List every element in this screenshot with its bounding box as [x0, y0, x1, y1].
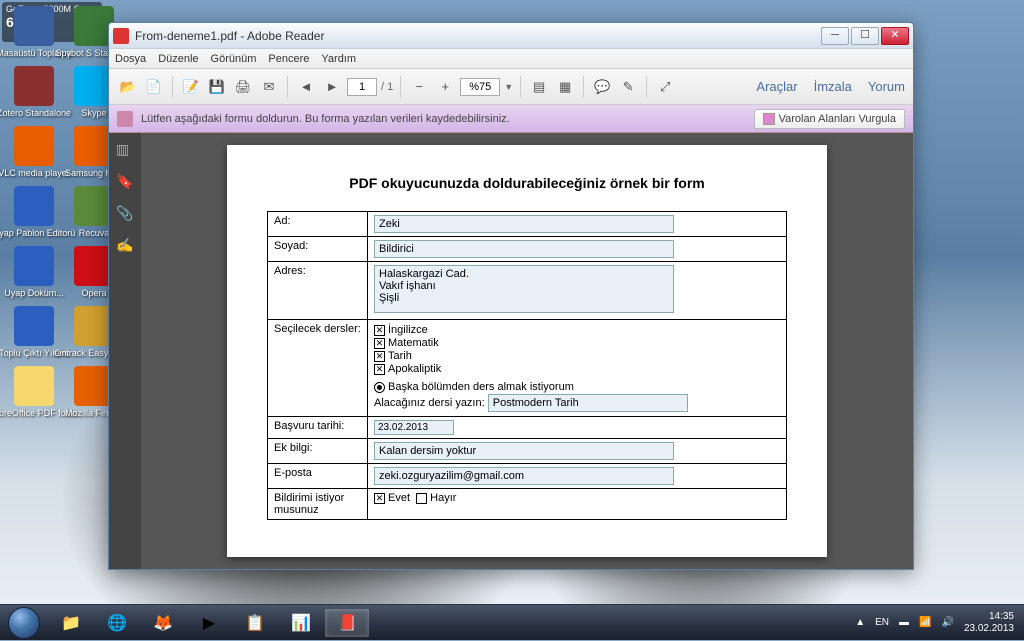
infobar-text: Lütfen aşağıdaki formu doldurun. Bu form… [141, 113, 510, 125]
label-basvuru: Başvuru tarihi: [268, 417, 368, 439]
tools-link[interactable]: Araçlar [756, 79, 797, 94]
checkbox-course[interactable]: ✕ [374, 364, 385, 375]
bookmark-icon[interactable]: 🔖 [116, 173, 134, 191]
fit-page-icon[interactable]: ▤ [528, 76, 550, 98]
taskbar-explorer[interactable]: 📁 [49, 609, 93, 637]
start-button[interactable] [0, 605, 48, 641]
window-title: From-deneme1.pdf - Adobe Reader [135, 29, 821, 43]
form-infobar: Lütfen aşağıdaki formu doldurun. Bu form… [109, 105, 913, 133]
sign-link[interactable]: İmzala [814, 79, 852, 94]
input-ekbilgi[interactable] [374, 442, 674, 460]
highlight-icon[interactable]: ✎ [617, 76, 639, 98]
label-ad: Ad: [268, 212, 368, 237]
input-ad[interactable] [374, 215, 674, 233]
desktop-icon[interactable]: Masaüstü Toplama [6, 6, 62, 62]
zoom-in-icon[interactable]: + [434, 76, 456, 98]
taskbar-firefox[interactable]: 🦊 [141, 609, 185, 637]
tray-lang[interactable]: EN [875, 617, 889, 628]
export-icon[interactable]: 📝 [180, 76, 202, 98]
menu-item[interactable]: Yardım [321, 53, 356, 65]
attachment-icon[interactable]: 📎 [116, 205, 134, 223]
adobe-reader-window: From-deneme1.pdf - Adobe Reader ─ ☐ ✕ Do… [108, 22, 914, 570]
pdf-page: PDF okuyucunuzda doldurabileceğiniz örne… [227, 145, 827, 557]
desktop-icon[interactable]: VLC media player [6, 126, 62, 182]
menu-item[interactable]: Düzenle [158, 53, 198, 65]
tray-network-icon[interactable]: 📶 [919, 617, 931, 628]
menu-item[interactable]: Dosya [115, 53, 146, 65]
checkbox-course[interactable]: ✕ [374, 325, 385, 336]
label-eposta: E-posta [268, 464, 368, 489]
zoom-out-icon[interactable]: − [408, 76, 430, 98]
minimize-button[interactable]: ─ [821, 27, 849, 45]
menu-bar: Dosya Düzenle Görünüm Pencere Yardım [109, 49, 913, 69]
taskbar: 📁 🌐 🦊 ▶ 📋 📊 📕 ▲ EN ▬ 📶 🔊 14:3523.02.2013 [0, 604, 1024, 640]
menu-item[interactable]: Görünüm [211, 53, 257, 65]
highlight-fields-button[interactable]: Varolan Alanları Vurgula [754, 109, 905, 129]
form-table: Ad: Soyad: Adres: Seçilecek dersler: ✕İn… [267, 211, 787, 520]
checkbox-course[interactable]: ✕ [374, 351, 385, 362]
open-icon[interactable]: 📂 [117, 76, 139, 98]
input-alacak[interactable] [488, 394, 688, 412]
tray-volume-icon[interactable]: 🔊 [941, 617, 953, 628]
page-viewport[interactable]: PDF okuyucunuzda doldurabileceğiniz örne… [141, 133, 913, 569]
tray-clock[interactable]: 14:3523.02.2013 [964, 611, 1014, 635]
checkbox-hayir[interactable] [416, 493, 427, 504]
taskbar-app2[interactable]: 📊 [279, 609, 323, 637]
app-icon [113, 28, 129, 44]
desktop-icon[interactable]: Uyap Doküm... [6, 246, 62, 302]
desktop-icon[interactable]: Zotero Standalone [6, 66, 62, 122]
desktop-icon[interactable]: Uyap Pablon Editorü [6, 186, 62, 242]
label-ekbilgi: Ek bilgi: [268, 439, 368, 464]
input-soyad[interactable] [374, 240, 674, 258]
comment-icon[interactable]: 💬 [591, 76, 613, 98]
fit-width-icon[interactable]: ▦ [554, 76, 576, 98]
label-soyad: Soyad: [268, 237, 368, 262]
thumbnails-icon[interactable]: ▥ [116, 141, 134, 159]
read-mode-icon[interactable]: ⤢ [654, 76, 676, 98]
checkbox-course[interactable]: ✕ [374, 338, 385, 349]
prev-page-icon[interactable]: ◄ [295, 76, 317, 98]
label-dersler: Seçilecek dersler: [268, 320, 368, 417]
maximize-button[interactable]: ☐ [851, 27, 879, 45]
system-tray[interactable]: ▲ EN ▬ 📶 🔊 14:3523.02.2013 [845, 611, 1024, 635]
zoom-input[interactable] [460, 78, 500, 96]
page-total: / 1 [381, 81, 393, 93]
input-adres[interactable] [374, 265, 674, 313]
label-adres: Adres: [268, 262, 368, 320]
tray-chevron-icon[interactable]: ▲ [855, 617, 865, 628]
create-pdf-icon[interactable]: 📄 [143, 76, 165, 98]
windows-orb-icon [8, 607, 40, 639]
input-eposta[interactable] [374, 467, 674, 485]
form-icon [117, 111, 133, 127]
save-icon[interactable]: 💾 [206, 76, 228, 98]
form-heading: PDF okuyucunuzda doldurabileceğiniz örne… [267, 175, 787, 191]
close-button[interactable]: ✕ [881, 27, 909, 45]
nav-pane: ▥ 🔖 📎 ✍ [109, 133, 141, 569]
next-page-icon[interactable]: ► [321, 76, 343, 98]
highlight-swatch-icon [763, 113, 775, 125]
desktop-icon[interactable]: LibreOffice PDF form [6, 366, 62, 422]
taskbar-media[interactable]: ▶ [187, 609, 231, 637]
input-basvuru[interactable] [374, 420, 454, 435]
taskbar-ie[interactable]: 🌐 [95, 609, 139, 637]
signature-panel-icon[interactable]: ✍ [116, 237, 134, 255]
menu-item[interactable]: Pencere [268, 53, 309, 65]
comment-link[interactable]: Yorum [868, 79, 905, 94]
label-bildirim: Bildirimi istiyor musunuz [268, 489, 368, 520]
toolbar: 📂 📄 📝 💾 🖨 ✉ ◄ ► / 1 − + ▼ ▤ ▦ 💬 ✎ ⤢ Araç… [109, 69, 913, 105]
print-icon[interactable]: 🖨 [232, 76, 254, 98]
window-titlebar[interactable]: From-deneme1.pdf - Adobe Reader ─ ☐ ✕ [109, 23, 913, 49]
radio-baska[interactable] [374, 382, 385, 393]
tray-flag-icon[interactable]: ▬ [899, 617, 909, 628]
taskbar-adobe-reader[interactable]: 📕 [325, 609, 369, 637]
checkbox-evet[interactable]: ✕ [374, 493, 385, 504]
taskbar-app1[interactable]: 📋 [233, 609, 277, 637]
email-icon[interactable]: ✉ [258, 76, 280, 98]
document-area: ▥ 🔖 📎 ✍ PDF okuyucunuzda doldurabileceği… [109, 133, 913, 569]
page-number-input[interactable] [347, 78, 377, 96]
